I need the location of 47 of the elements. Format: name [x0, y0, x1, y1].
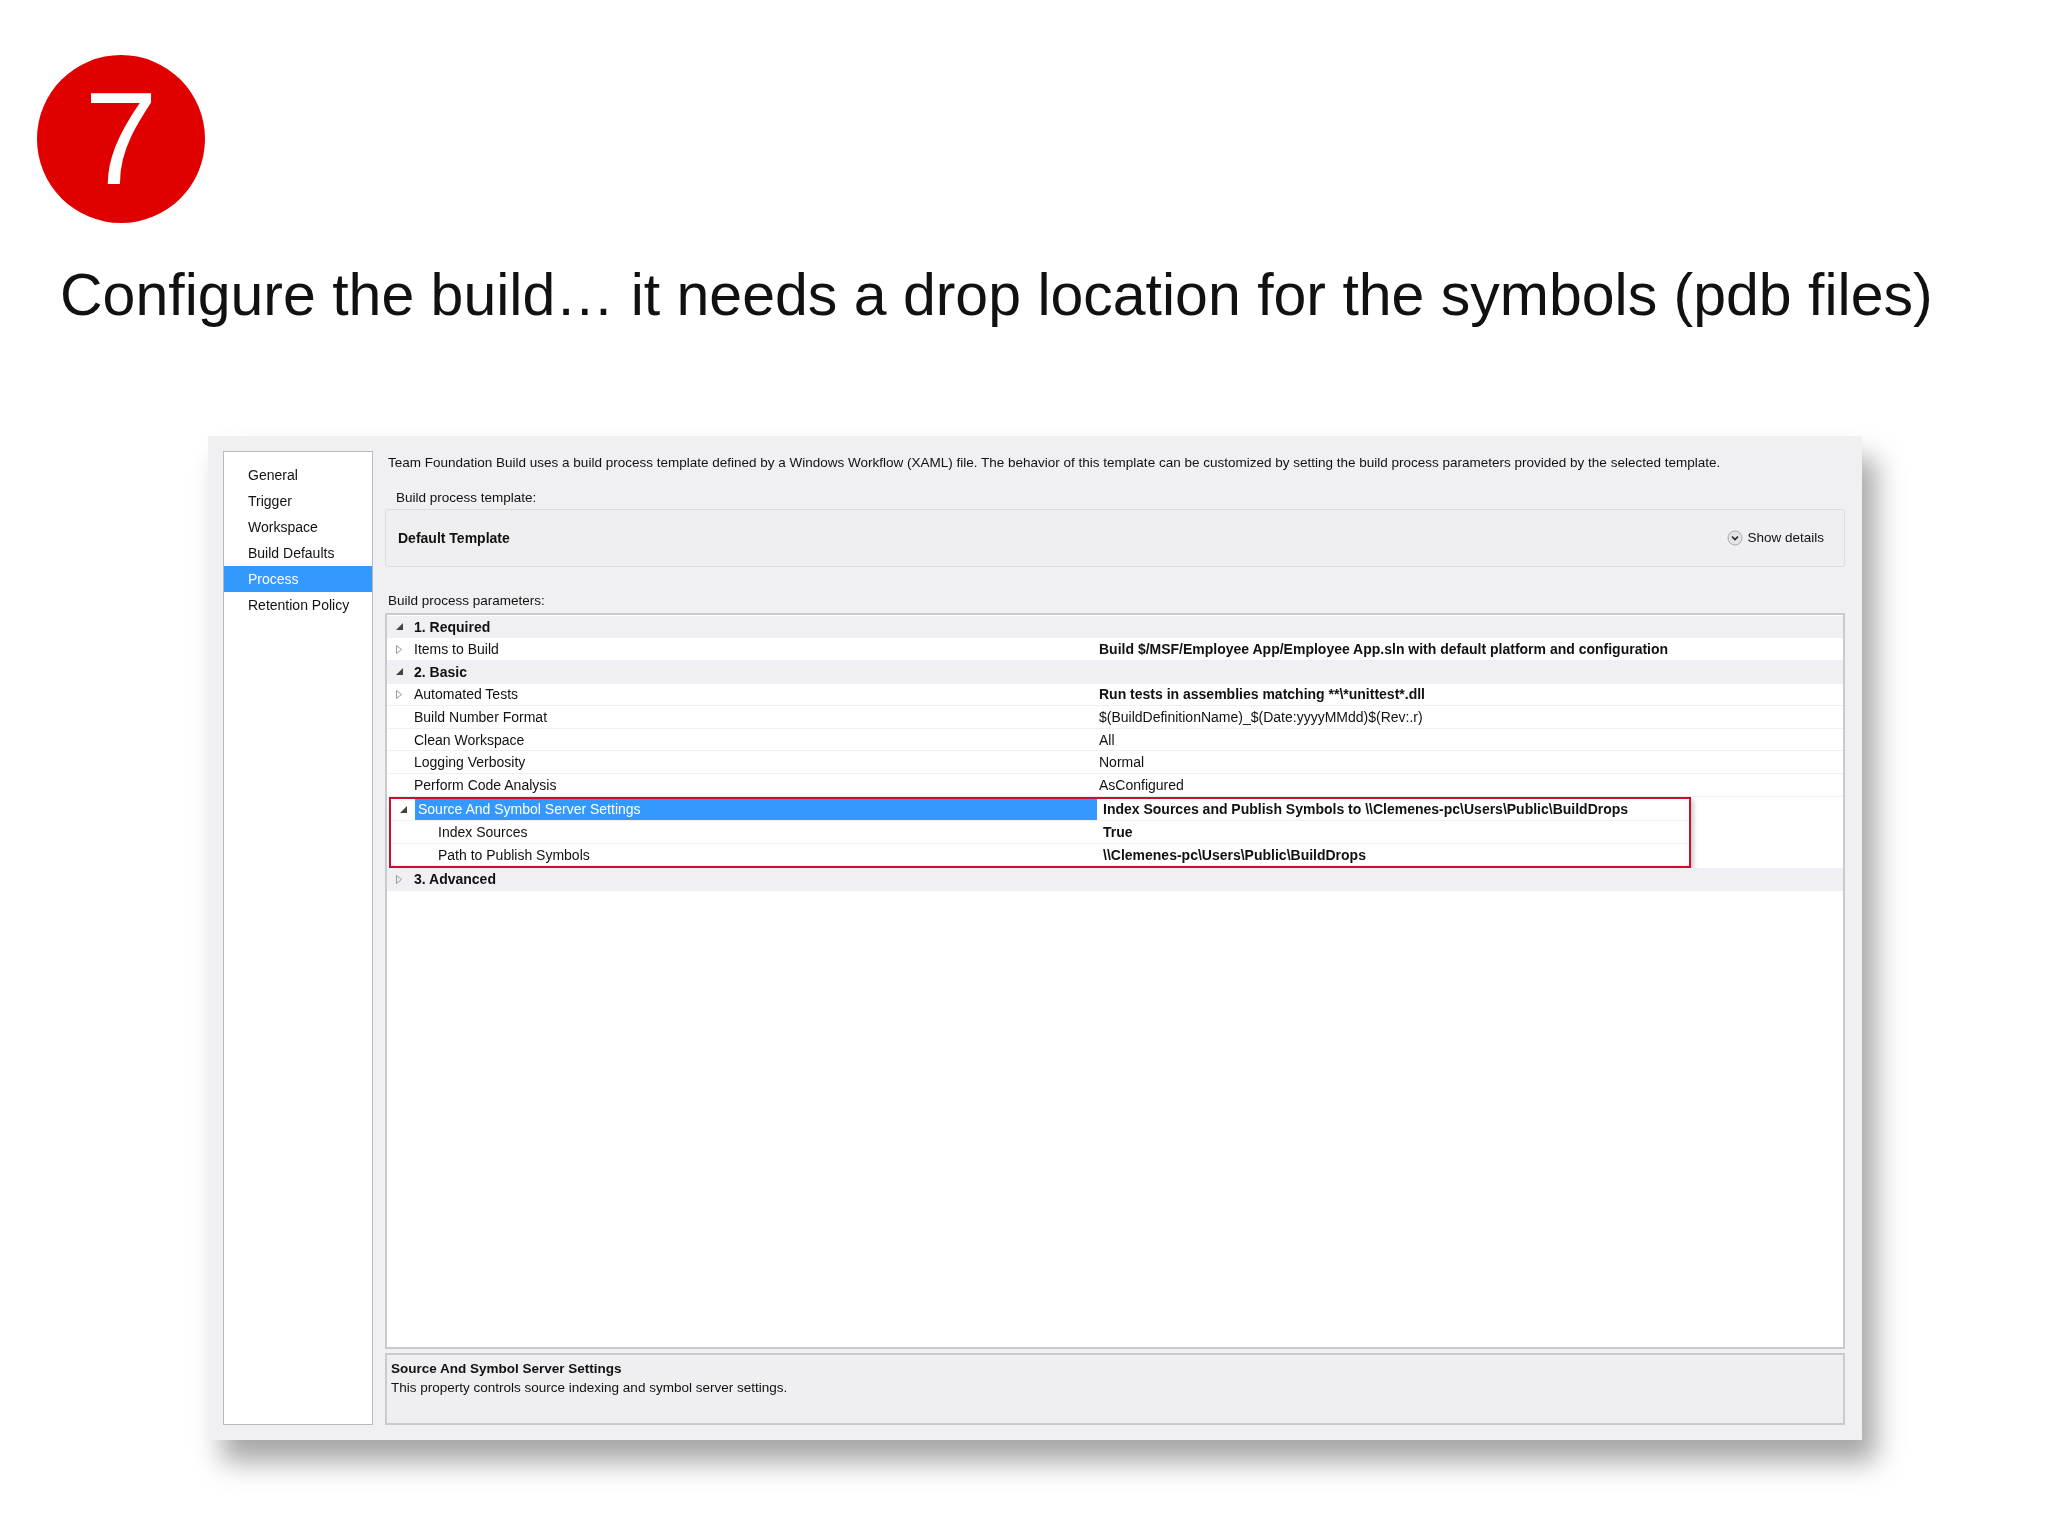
collapse-triangle-icon[interactable]: [399, 805, 407, 813]
property-value: Normal: [1098, 754, 1145, 771]
property-row[interactable]: Path to Publish Symbols \\Clemenes-pc\Users\Public\BuildDrops: [391, 843, 1689, 867]
property-value: Run tests in assemblies matching **\*unittest*.dll: [1098, 686, 1425, 703]
expand-triangle-icon[interactable]: [396, 644, 402, 654]
template-name: Default Template: [398, 529, 510, 546]
category-row[interactable]: 2. Basic: [387, 661, 1843, 684]
show-details-link[interactable]: Show details: [1727, 529, 1824, 546]
property-name: Logging Verbosity: [413, 753, 527, 773]
property-name: Index Sources: [437, 823, 529, 843]
help-text: This property controls source indexing and symbol server settings.: [391, 1379, 789, 1395]
property-name: 2. Basic: [413, 662, 468, 682]
slide-title: Configure the build… it needs a drop location for the symbols (pdb files): [60, 263, 1934, 328]
property-row[interactable]: Index Sources True: [391, 821, 1689, 844]
help-title: Source And Symbol Server Settings: [391, 1360, 623, 1376]
property-name: Items to Build: [413, 640, 500, 660]
sidebar-item[interactable]: General: [224, 461, 372, 488]
property-value: Index Sources and Publish Symbols to \\Clemenes-pc\Users\Public\BuildDrops: [1102, 801, 1629, 818]
property-row[interactable]: Source And Symbol Server Settings Index Sources and Publish Symbols to \\Clemenes-pc\Users\Public\BuildDrops: [391, 798, 1689, 822]
step-number-badge: 7: [37, 55, 205, 223]
property-name: Perform Code Analysis: [413, 775, 558, 795]
category-row[interactable]: 3. Advanced: [387, 868, 1843, 891]
property-value: All: [1098, 731, 1115, 748]
property-name: Automated Tests: [413, 685, 520, 705]
description-text: Team Foundation Build uses a build process template defined by a Windows Workflow (XAML) file. The behavior of this template can be customized by setting the build process parameters provided by the selected template.: [388, 454, 1722, 470]
group-label: Build process template:: [396, 489, 538, 505]
property-name: 3. Advanced: [413, 870, 497, 890]
property-name: Build Number Format: [413, 708, 549, 728]
property-value: \\Clemenes-pc\Users\Public\BuildDrops: [1102, 846, 1366, 863]
property-name: Source And Symbol Server Settings: [415, 798, 1097, 821]
category-row[interactable]: 1. Required: [387, 615, 1843, 639]
sidebar-item[interactable]: Workspace: [224, 513, 372, 540]
sidebar-item[interactable]: Trigger: [224, 487, 372, 514]
property-value: Build $/MSF/Employee App/Employee App.sln with default platform and configuration: [1098, 641, 1669, 658]
collapse-triangle-icon[interactable]: [395, 668, 403, 676]
collapse-triangle-icon[interactable]: [395, 623, 403, 631]
parameters-label: Build process parameters:: [388, 592, 546, 608]
property-name: 1. Required: [413, 617, 492, 637]
property-value: AsConfigured: [1098, 776, 1184, 793]
expand-triangle-icon[interactable]: [396, 689, 402, 699]
property-value: $(BuildDefinitionName)_$(Date:yyyyMMdd)$(Rev:.r): [1098, 709, 1423, 726]
sidebar-item[interactable]: Build Defaults: [224, 539, 372, 566]
property-value: True: [1102, 824, 1133, 841]
property-name: Clean Workspace: [413, 730, 526, 750]
chevron-down-icon: [1727, 529, 1744, 546]
property-name: Path to Publish Symbols: [437, 845, 591, 865]
sidebar-item[interactable]: Retention Policy: [224, 591, 372, 618]
